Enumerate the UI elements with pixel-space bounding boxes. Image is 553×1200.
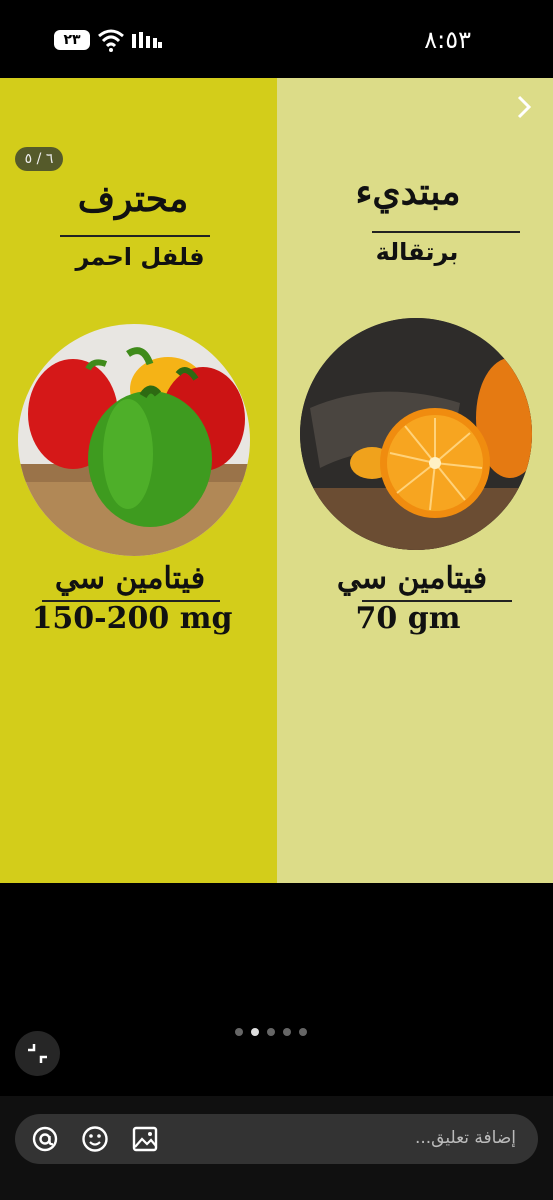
carousel-dot — [251, 1028, 259, 1036]
right-subtitle: برتقالة — [375, 238, 459, 266]
left-amount: 150-200 mg — [31, 601, 233, 636]
carousel-indicator — [235, 1028, 307, 1036]
comment-input[interactable]: إضافة تعليق... — [15, 1114, 538, 1164]
carousel-dot — [283, 1028, 291, 1036]
collapse-icon — [28, 1044, 47, 1063]
left-vitamin-label: فيتامين سي — [54, 561, 206, 596]
right-title: مبتديء — [355, 171, 461, 213]
status-time: ٨:٥٣ — [424, 26, 471, 54]
at-icon[interactable] — [30, 1124, 60, 1154]
collapse-button[interactable] — [15, 1031, 60, 1076]
right-amount: 70 gm — [355, 601, 461, 636]
emoji-icon[interactable] — [80, 1124, 110, 1154]
left-title: محترف — [77, 178, 189, 220]
carousel-dot — [235, 1028, 243, 1036]
carousel-dot — [299, 1028, 307, 1036]
right-vitamin-label: فيتامين سي — [336, 561, 488, 596]
left-panel: ٦ / ٥ محترف فلفل احمر فيتامين سي 150-200… — [0, 78, 277, 883]
comment-placeholder: إضافة تعليق... — [414, 1128, 516, 1148]
left-title-rule — [60, 235, 210, 237]
wifi-icon — [98, 29, 124, 52]
bell-peppers-photo — [18, 324, 250, 556]
status-bar: ٨:٥٣ ٢٣ — [0, 0, 553, 78]
signal-icon — [132, 32, 162, 48]
carousel-dot — [267, 1028, 275, 1036]
right-panel: مبتديء برتقالة فيتامين سي 70 gm — [277, 78, 553, 883]
right-title-rule — [372, 231, 520, 233]
battery-icon: ٢٣ — [54, 30, 90, 50]
page-counter: ٦ / ٥ — [15, 147, 63, 171]
image-icon[interactable] — [130, 1124, 160, 1154]
chevron-right-icon[interactable] — [513, 93, 535, 121]
orange-photo — [300, 318, 532, 550]
left-subtitle: فلفل احمر — [75, 243, 205, 271]
post-image[interactable]: ٦ / ٥ محترف فلفل احمر فيتامين سي 150-200… — [0, 78, 553, 883]
comment-area: إضافة تعليق... — [0, 1096, 553, 1200]
